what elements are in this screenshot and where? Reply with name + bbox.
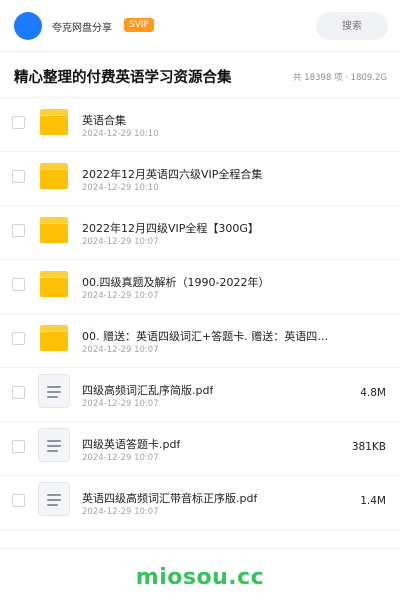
svip-badge: SVIP xyxy=(124,18,154,32)
item-size: 1.4M xyxy=(360,495,386,507)
file-row[interactable]: 四级英语答题卡.pdf 2024-12-29 10:07 381KB xyxy=(0,422,400,476)
folder-row[interactable]: 2022年12月四级VIP全程【300G】 2024-12-29 10:07 xyxy=(0,206,400,260)
footer: miosou.cc xyxy=(0,548,400,600)
row-checkbox[interactable] xyxy=(12,170,25,183)
row-checkbox[interactable] xyxy=(12,332,25,345)
share-title: 精心整理的付费英语学习资源合集 xyxy=(14,70,232,86)
folder-icon xyxy=(40,109,68,135)
item-date: 2024-12-29 10:10 xyxy=(82,129,159,139)
row-checkbox[interactable] xyxy=(12,116,25,129)
file-row[interactable]: 英语四级高频词汇带音标正序版.pdf 2024-12-29 10:07 1.4M xyxy=(0,476,400,530)
folder-row[interactable]: 00.四级真题及解析（1990-2022年） 2024-12-29 10:07 xyxy=(0,260,400,314)
folder-row[interactable]: 英语合集 2024-12-29 10:10 xyxy=(0,98,400,152)
folder-row[interactable]: 2022年12月英语四六级VIP全程合集 2024-12-29 10:10 xyxy=(0,152,400,206)
folder-icon xyxy=(40,271,68,297)
item-size: 381KB xyxy=(351,441,386,453)
folder-icon xyxy=(40,163,68,189)
row-checkbox[interactable] xyxy=(12,224,25,237)
top-bar: 夸克网盘分享 SVIP xyxy=(0,0,400,52)
item-name[interactable]: 2022年12月英语四六级VIP全程合集 xyxy=(82,166,262,182)
item-date: 2024-12-29 10:07 xyxy=(82,291,159,301)
file-row[interactable]: 四级高频词汇乱序简版.pdf 2024-12-29 10:07 4.8M xyxy=(0,368,400,422)
share-stats: 共 18398 项 · 1809.2G xyxy=(293,73,387,83)
item-date: 2024-12-29 10:07 xyxy=(82,399,159,409)
sharer-name[interactable]: 夸克网盘分享 xyxy=(52,19,112,34)
document-icon xyxy=(38,428,70,462)
row-checkbox[interactable] xyxy=(12,278,25,291)
item-date: 2024-12-29 10:07 xyxy=(82,453,159,463)
item-name[interactable]: 英语四级高频词汇带音标正序版.pdf xyxy=(82,490,257,506)
row-checkbox[interactable] xyxy=(12,494,25,507)
item-name[interactable]: 00. 赠送：英语四级词汇+答题卡. 赠送：英语四… xyxy=(82,328,328,344)
folder-icon xyxy=(40,325,68,351)
document-icon xyxy=(38,482,70,516)
search-input[interactable] xyxy=(316,12,388,40)
item-name[interactable]: 00.四级真题及解析（1990-2022年） xyxy=(82,274,269,290)
item-date: 2024-12-29 10:07 xyxy=(82,237,159,247)
brand-watermark: miosou.cc xyxy=(135,565,265,590)
item-name[interactable]: 四级高频词汇乱序简版.pdf xyxy=(82,382,213,398)
item-date: 2024-12-29 10:07 xyxy=(82,507,159,517)
avatar[interactable] xyxy=(14,12,42,40)
item-name[interactable]: 2022年12月四级VIP全程【300G】 xyxy=(82,220,259,236)
document-icon xyxy=(38,374,70,408)
file-list: 英语合集 2024-12-29 10:10 2022年12月英语四六级VIP全程合集… xyxy=(0,98,400,530)
item-size: 4.8M xyxy=(360,387,386,399)
share-title-bar: 精心整理的付费英语学习资源合集 共 18398 项 · 1809.2G xyxy=(0,52,400,98)
item-date: 2024-12-29 10:07 xyxy=(82,345,159,355)
row-checkbox[interactable] xyxy=(12,386,25,399)
item-date: 2024-12-29 10:10 xyxy=(82,183,159,193)
folder-row[interactable]: 00. 赠送：英语四级词汇+答题卡. 赠送：英语四… 2024-12-29 10:… xyxy=(0,314,400,368)
item-name[interactable]: 四级英语答题卡.pdf xyxy=(82,436,180,452)
folder-icon xyxy=(40,217,68,243)
row-checkbox[interactable] xyxy=(12,440,25,453)
item-name[interactable]: 英语合集 xyxy=(82,112,126,128)
